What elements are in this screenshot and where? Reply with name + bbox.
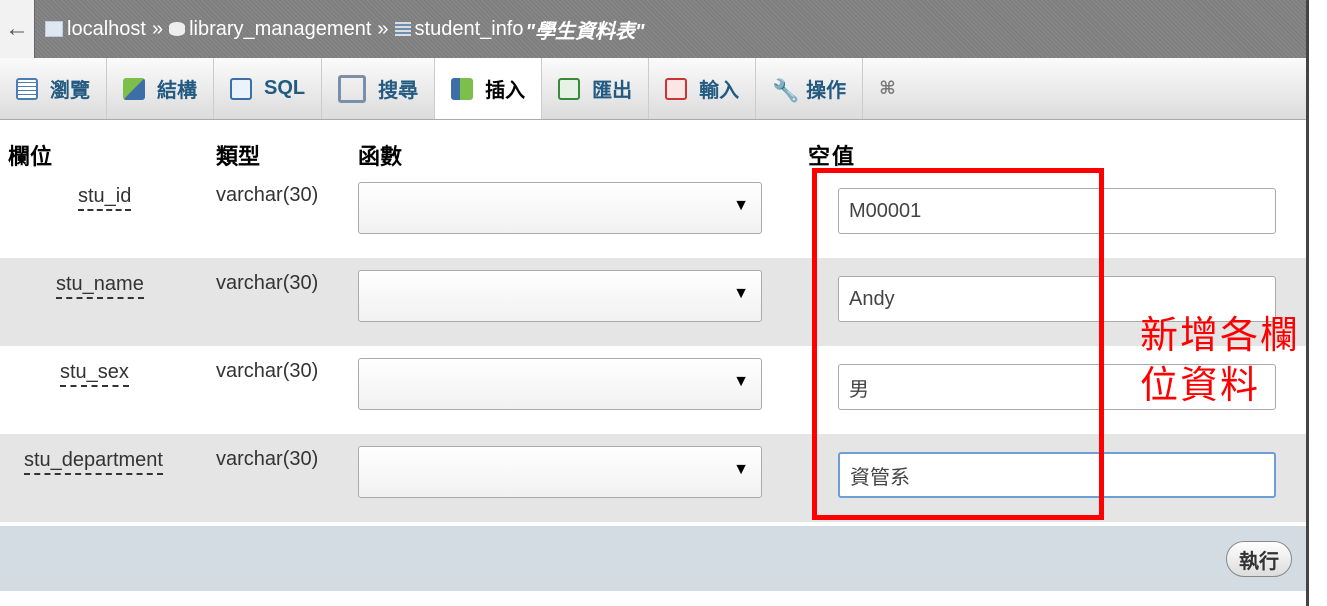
- dropdown-arrow-icon: ▼: [733, 197, 749, 214]
- breadcrumb-separator: »: [151, 17, 164, 40]
- server-icon: [45, 21, 63, 37]
- form-footer: 執行: [0, 526, 1306, 591]
- table-comment: "學生資料表": [525, 20, 645, 43]
- tab-label: 搜尋: [378, 80, 419, 102]
- breadcrumb: ← localhost » library_management » stude…: [0, 0, 1306, 58]
- breadcrumb-server[interactable]: localhost: [67, 18, 146, 41]
- tab-label: 結構: [157, 80, 197, 102]
- value-input[interactable]: [838, 188, 1276, 234]
- annotation-note: 新增各欄 位資料: [1140, 310, 1327, 410]
- go-button[interactable]: 執行: [1226, 541, 1292, 577]
- table-icon: [394, 22, 411, 36]
- back-arrow-icon[interactable]: ←: [0, 0, 35, 58]
- breadcrumb-database[interactable]: library_management: [189, 18, 371, 41]
- database-icon: [169, 22, 186, 36]
- insert-icon: [451, 77, 474, 100]
- table-row: stu_name varchar(30) ▼: [0, 258, 1306, 346]
- tab-browse[interactable]: 瀏覽: [0, 58, 107, 119]
- field-type: varchar(30): [216, 448, 319, 470]
- breadcrumb-table[interactable]: student_info: [415, 18, 524, 41]
- field-type: varchar(30): [216, 360, 319, 382]
- field-type: varchar(30): [216, 184, 319, 206]
- tab-label: 瀏覽: [50, 80, 90, 102]
- field-type: varchar(30): [216, 272, 319, 294]
- header-null: 空: [808, 144, 831, 169]
- export-icon: [558, 77, 581, 100]
- dropdown-arrow-icon: ▼: [733, 285, 749, 302]
- dropdown-arrow-icon: ▼: [733, 461, 749, 478]
- tab-label: SQL: [264, 77, 306, 99]
- value-input[interactable]: [838, 452, 1276, 498]
- import-icon: [665, 77, 688, 100]
- tab-insert[interactable]: 插入: [435, 58, 543, 119]
- breadcrumb-separator: »: [377, 17, 389, 40]
- tab-sql[interactable]: SQL: [214, 58, 323, 119]
- tab-search[interactable]: 搜尋: [322, 58, 436, 119]
- function-select[interactable]: ▼: [358, 358, 762, 410]
- table-row: stu_department varchar(30) ▼: [0, 434, 1306, 522]
- wrench-icon: 🔧: [772, 77, 800, 103]
- function-select[interactable]: ▼: [358, 270, 762, 322]
- dropdown-arrow-icon: ▼: [733, 373, 749, 390]
- table-row: stu_sex varchar(30) ▼: [0, 346, 1306, 434]
- more-icon: ⌘: [879, 77, 896, 98]
- header-field: 欄位: [8, 144, 53, 169]
- app-frame: ← localhost » library_management » stude…: [0, 0, 1309, 606]
- header-value: 值: [832, 144, 855, 169]
- function-select[interactable]: ▼: [358, 446, 762, 498]
- annotation-line: 位資料: [1140, 363, 1261, 407]
- tab-label: 操作: [806, 80, 847, 102]
- browse-icon: [16, 77, 38, 100]
- tab-more[interactable]: ⌘: [863, 58, 929, 119]
- tab-structure[interactable]: 結構: [107, 58, 214, 119]
- search-icon: [338, 74, 367, 103]
- tab-import[interactable]: 輸入: [649, 58, 757, 119]
- tab-label: 插入: [485, 80, 526, 102]
- header-function: 函數: [358, 144, 403, 169]
- field-name: stu_sex: [60, 360, 129, 387]
- header-type: 類型: [216, 144, 261, 169]
- field-name: stu_name: [56, 272, 144, 299]
- table-row: stu_id varchar(30) ▼: [0, 170, 1306, 258]
- sql-icon: [230, 77, 252, 100]
- field-name: stu_id: [78, 184, 132, 211]
- field-name: stu_department: [24, 448, 163, 475]
- function-select[interactable]: ▼: [358, 182, 762, 234]
- tab-operations[interactable]: 🔧 操作: [756, 58, 864, 119]
- structure-icon: [123, 77, 145, 100]
- tab-label: 匯出: [592, 80, 633, 102]
- tab-label: 輸入: [699, 80, 740, 102]
- table-header: 欄位 類型 函數 空 值: [0, 135, 1306, 169]
- tab-export[interactable]: 匯出: [542, 58, 650, 119]
- annotation-line: 新增各欄: [1140, 313, 1301, 357]
- tab-bar: 瀏覽 結構 SQL 搜尋 插入 匯出 輸入 🔧 操作 ⌘: [0, 58, 1306, 120]
